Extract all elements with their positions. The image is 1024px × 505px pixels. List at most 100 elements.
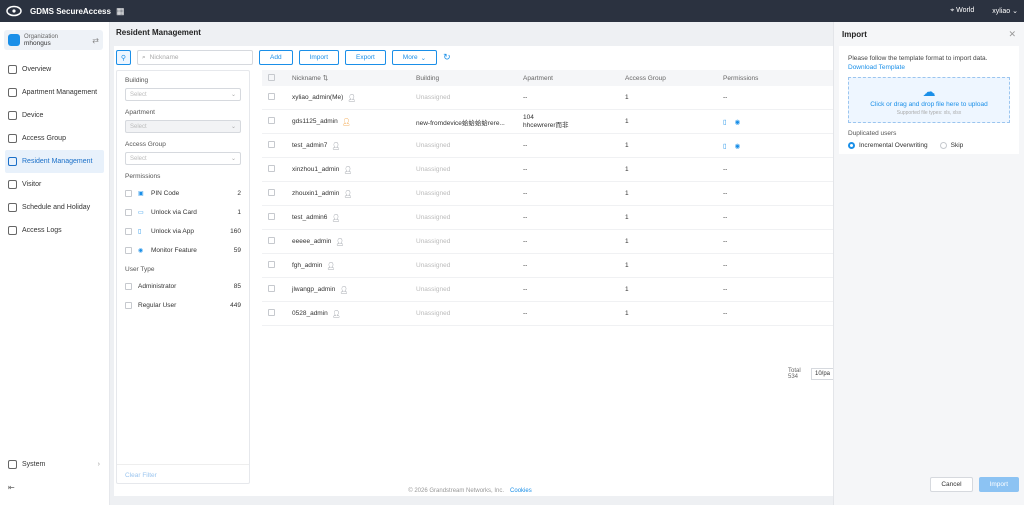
row-checkbox[interactable] [268,189,275,196]
admin-user-icon: 👤︎ [331,310,341,318]
building-cell: Unassigned [416,214,451,221]
sidebar-item-label: Access Group [22,135,66,142]
search-input[interactable]: ⌕ Nickname [137,50,253,65]
import-form: Please follow the template format to imp… [839,46,1019,154]
collapse-sidebar-button[interactable]: ⇤ [0,476,110,499]
row-checkbox[interactable] [268,309,275,316]
divider [117,464,249,465]
nickname: gds1125_admin [292,118,338,125]
permissions-cell: -- [723,94,728,101]
sidebar-item-overview[interactable]: Overview [0,58,109,81]
sidebar: Organization mhongus ⇄ Overview Apartmen… [0,22,110,505]
copyright: © 2026 Grandstream Networks, Inc. [408,488,505,494]
table-row[interactable]: xinzhou1_admin 👤︎ Unassigned -- 1 -- [262,158,834,182]
access-group-cell: 1 [625,238,629,245]
row-checkbox[interactable] [268,261,275,268]
row-checkbox[interactable] [268,141,275,148]
row-checkbox[interactable] [268,237,275,244]
sidebar-item-schedule-and-holiday[interactable]: Schedule and Holiday [0,196,109,219]
filter-panel: Building Select ⌄ Apartment Select ⌄ Acces… [116,70,250,484]
visitor-icon [8,180,17,189]
apartment-cell: -- [523,238,528,245]
permission-filter-monitor[interactable]: ◉ Monitor Feature 59 [125,241,241,260]
app-grid-icon[interactable]: ▦ [116,6,125,17]
radio-dot-selected [848,142,855,149]
filter-icon: ⚲ [120,54,127,62]
import-button[interactable]: Import [298,50,339,65]
switch-icon[interactable]: ⇄ [92,36,99,45]
clear-filter-button[interactable]: Clear Filter [125,472,157,479]
permission-count: 1 [237,209,241,216]
phone-icon: ▯ [138,229,142,235]
sidebar-item-apartment-management[interactable]: Apartment Management [0,81,109,104]
access-group-select[interactable]: Select ⌄ [125,152,241,165]
export-button[interactable]: Export [345,50,386,65]
user-menu[interactable]: xyliao ⌄ [992,7,1018,15]
row-checkbox[interactable] [268,285,275,292]
overview-icon [8,65,17,74]
cancel-button[interactable]: Cancel [930,477,973,492]
sidebar-item-resident-management[interactable]: Resident Management [5,150,104,173]
add-button[interactable]: Add [259,50,293,65]
import-submit-button[interactable]: Import [978,477,1019,492]
table-row[interactable]: test_admin6 👤︎ Unassigned -- 1 -- [262,206,834,230]
radio-incremental-overwriting[interactable]: Incremental Overwriting [848,142,928,149]
filter-toggle-button[interactable]: ⚲ [116,50,131,65]
row-checkbox[interactable] [268,213,275,220]
checkbox[interactable] [125,247,132,254]
page-size-select[interactable]: 10/pa [810,368,834,380]
admin-user-icon: 👤︎ [326,262,336,270]
region-selector[interactable]: ⌖ World [950,7,974,15]
sidebar-item-device[interactable]: Device [0,104,109,127]
close-icon[interactable]: ✕ [1008,29,1016,40]
checkbox[interactable] [125,228,132,235]
table-row[interactable]: 0528_admin 👤︎ Unassigned -- 1 -- [262,302,834,326]
refresh-icon[interactable]: ↻ [443,52,451,63]
building-placeholder: Select [130,91,147,98]
sidebar-item-access-group[interactable]: Access Group [0,127,109,150]
upload-dropzone[interactable]: ☁ Click or drag and drop file here to up… [848,77,1010,123]
select-all-checkbox[interactable] [268,73,275,81]
table-row[interactable]: jlwangp_admin 👤︎ Unassigned -- 1 -- [262,278,834,302]
checkbox[interactable] [125,283,132,290]
user-type-filter-admin[interactable]: Administrator 85 [125,277,241,296]
checkbox[interactable] [125,209,132,216]
column-nickname[interactable]: Nickname ⇅ [292,74,416,82]
cookies-link[interactable]: Cookies [510,488,532,494]
table-row[interactable]: gds1125_admin 👤︎ new-fromdevice蛤蛤蛤蛤rere..… [262,110,834,134]
access-group-cell: 1 [625,286,629,293]
building-cell: Unassigned [416,94,451,101]
checkbox[interactable] [125,302,132,309]
checkbox[interactable] [125,190,132,197]
total-count: Total 534 [788,368,801,380]
sidebar-item-label: System [22,461,46,468]
table-row[interactable]: eeeee_admin 👤︎ Unassigned -- 1 -- [262,230,834,254]
row-checkbox[interactable] [268,117,275,124]
permission-filter-pin[interactable]: ▣ PIN Code 2 [125,184,241,203]
sidebar-item-system[interactable]: System › [0,453,110,476]
import-drawer: Import ✕ Please follow the template form… [833,22,1024,505]
row-checkbox[interactable] [268,165,275,172]
user-type-filter-regular[interactable]: Regular User 449 [125,296,241,315]
more-button[interactable]: More ⌄ [391,50,438,65]
apartment-select[interactable]: Select ⌄ [125,120,241,133]
table-row[interactable]: xyliao_admin(Me) 👤︎ Unassigned -- 1 -- [262,86,834,110]
table-row[interactable]: test_admin7 👤︎ Unassigned -- 1 ▯ ◉ [262,134,834,158]
sidebar-item-access-logs[interactable]: Access Logs [0,219,109,242]
duplicate-options: Incremental Overwriting Skip [848,142,1010,149]
permissions-cell: -- [723,166,728,173]
building-cell: Unassigned [416,310,451,317]
row-checkbox[interactable] [268,93,275,100]
table-row[interactable]: fgh_admin 👤︎ Unassigned -- 1 -- [262,254,834,278]
column-access-group: Access Group [625,74,666,82]
permission-filter-app[interactable]: ▯ Unlock via App 160 [125,222,241,241]
sidebar-item-visitor[interactable]: Visitor [0,173,109,196]
chevron-down-icon: ⌄ [230,124,236,130]
radio-skip[interactable]: Skip [939,142,963,149]
admin-user-icon: 👤︎ [339,286,349,294]
permission-filter-card[interactable]: ▭ Unlock via Card 1 [125,203,241,222]
download-template-link[interactable]: Download Template [848,64,905,71]
table-row[interactable]: zhouxin1_admin 👤︎ Unassigned -- 1 -- [262,182,834,206]
organization-switcher[interactable]: Organization mhongus ⇄ [4,30,103,50]
building-select[interactable]: Select ⌄ [125,88,241,101]
